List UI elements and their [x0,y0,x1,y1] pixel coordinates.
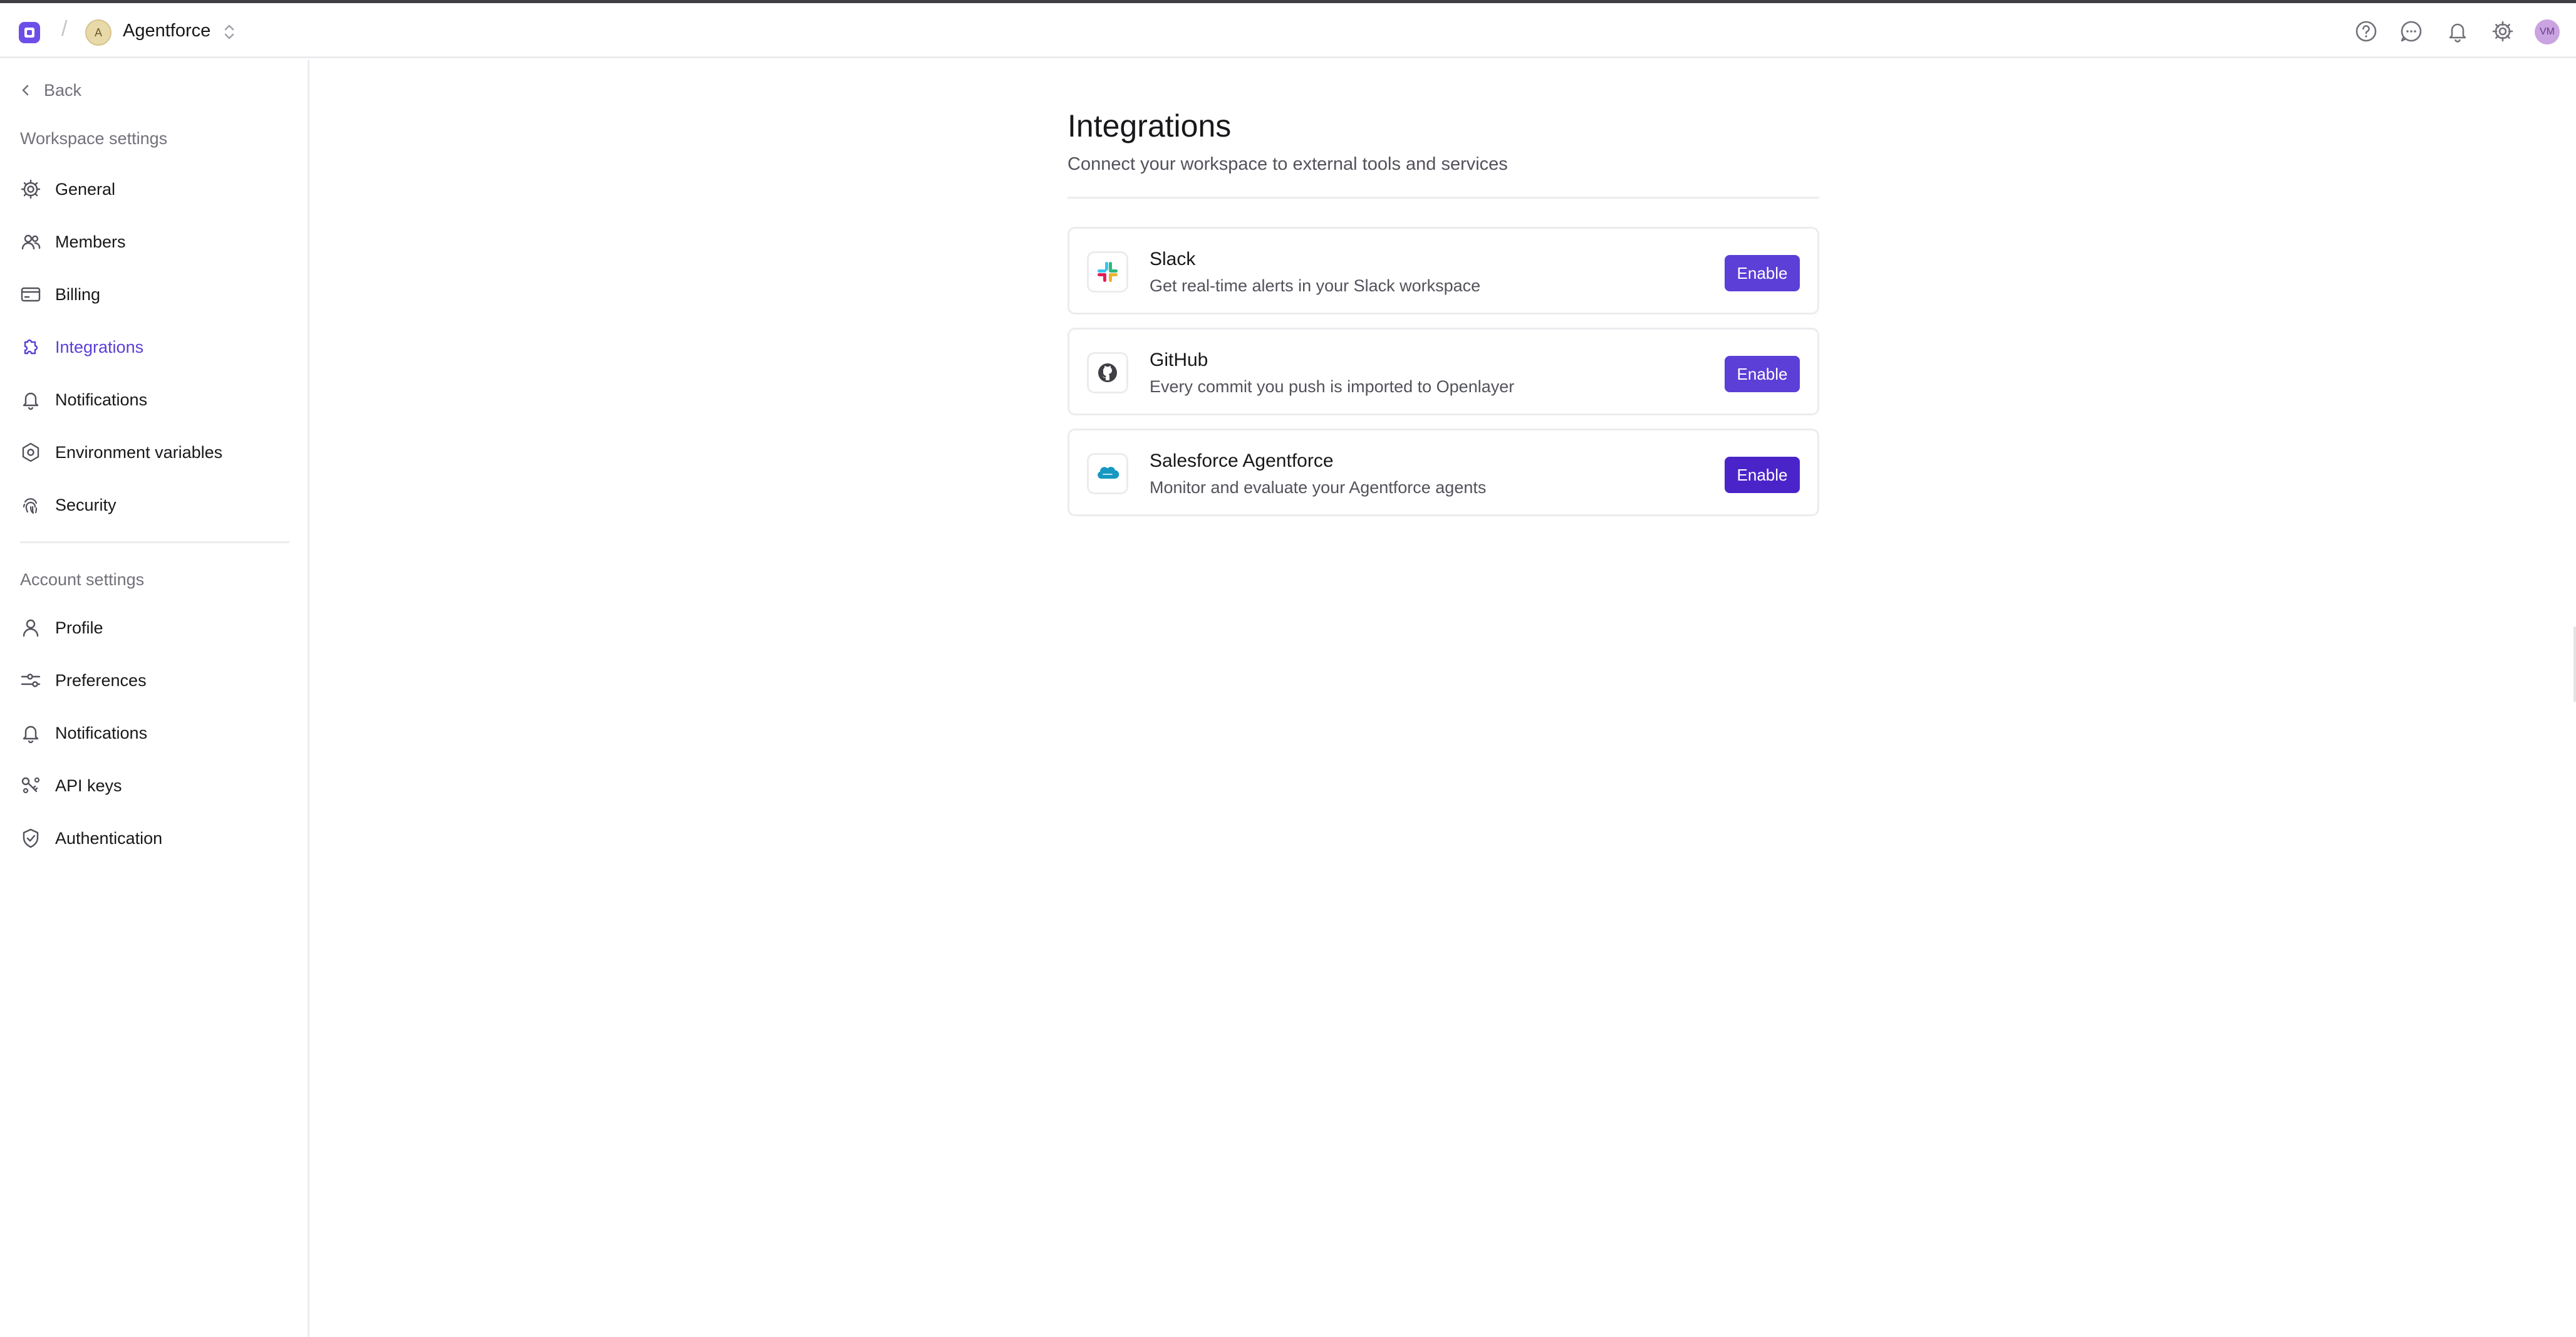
sidebar-item-security[interactable]: Security [20,487,289,523]
gear-icon[interactable] [2491,19,2515,43]
chat-icon[interactable] [2399,19,2423,43]
page-subtitle: Connect your workspace to external tools… [1067,154,1508,174]
settings-sidebar: Back Workspace settings General Members [0,60,309,1337]
puzzle-icon [24,339,38,355]
users-icon [21,234,41,250]
sliders-icon [21,674,41,687]
slack-icon [1098,262,1118,282]
sidebar-item-label: Security [55,495,117,514]
integration-card-salesforce-agentforce: Salesforce Agentforce Monitor and evalua… [1067,429,1819,516]
bell-icon[interactable] [2446,19,2470,43]
integration-logo [1087,453,1128,494]
sidebar-item-label: Preferences [55,670,147,690]
back-label: Back [44,80,82,100]
bell-icon [23,392,39,410]
gear-icon [21,179,41,199]
sidebar-item-account-notifications[interactable]: Notifications [20,715,289,751]
sidebar-item-profile[interactable]: Profile [20,610,289,645]
sidebar-item-environment-variables[interactable]: Environment variables [20,435,289,470]
integration-description: Get real-time alerts in your Slack works… [1150,276,1481,295]
app-root: / A Agentforce VM Back Workspace setting… [0,0,2576,1337]
integration-name: Slack [1150,249,1196,269]
sidebar-item-label: API keys [55,776,122,795]
github-icon [1098,363,1117,382]
top-bar: / A Agentforce VM [0,3,2576,58]
enable-salesforce-agentforce-button[interactable]: Enable [1725,457,1800,493]
sidebar-item-api-keys[interactable]: API keys [20,768,289,803]
header-divider [1067,197,1819,199]
integration-description: Monitor and evaluate your Agentforce age… [1150,478,1487,497]
integration-card-slack: Slack Get real-time alerts in your Slack… [1067,227,1819,315]
shield-check-icon [23,828,39,848]
workspace-name[interactable]: Agentforce [123,21,210,41]
key-icon [21,777,40,794]
sidebar-divider [20,541,289,543]
breadcrumb-separator: / [61,17,68,41]
scrollbar-thumb[interactable] [2573,627,2576,702]
integration-logo [1087,251,1128,293]
sidebar-item-label: Authentication [55,828,163,848]
user-icon [23,619,39,637]
sidebar-item-label: Integrations [55,337,144,356]
workspace-avatar[interactable]: A [85,19,112,46]
integration-description: Every commit you push is imported to Ope… [1150,377,1515,396]
integration-name: Salesforce Agentforce [1150,450,1334,471]
sidebar-item-notifications[interactable]: Notifications [20,382,289,417]
sidebar-item-label: Notifications [55,723,148,742]
salesforce-icon [1098,467,1119,479]
fingerprint-icon [23,498,38,514]
sidebar-item-label: Environment variables [55,442,223,462]
integration-logo [1087,352,1128,393]
credit-card-icon [21,287,41,302]
sidebar-item-preferences[interactable]: Preferences [20,663,289,698]
help-icon[interactable] [2354,19,2378,43]
sidebar-item-authentication[interactable]: Authentication [20,821,289,856]
back-button[interactable]: Back [19,76,81,104]
sidebar-item-label: Billing [55,284,101,304]
sidebar-item-label: Profile [55,618,103,637]
app-logo-icon[interactable] [16,19,43,46]
integration-name: GitHub [1150,350,1208,370]
sidebar-item-general[interactable]: General [20,172,289,207]
workspace-settings-heading: Workspace settings [20,129,168,148]
sidebar-item-label: Members [55,232,126,251]
sidebar-item-members[interactable]: Members [20,224,289,259]
enable-github-button[interactable]: Enable [1725,356,1800,392]
enable-slack-button[interactable]: Enable [1725,255,1800,291]
sidebar-item-integrations[interactable]: Integrations [20,330,289,365]
sidebar-item-label: Notifications [55,390,148,409]
user-avatar[interactable]: VM [2535,19,2560,44]
integration-card-github: GitHub Every commit you push is imported… [1067,328,1819,415]
bell-icon [23,726,39,744]
chevron-up-down-icon[interactable] [221,21,238,43]
account-settings-heading: Account settings [20,570,145,589]
sidebar-item-label: General [55,179,116,199]
page-title: Integrations [1067,108,1232,143]
chevron-left-icon [22,85,29,96]
sidebar-item-billing[interactable]: Billing [20,277,289,312]
hexagon-cog-icon [22,442,39,462]
